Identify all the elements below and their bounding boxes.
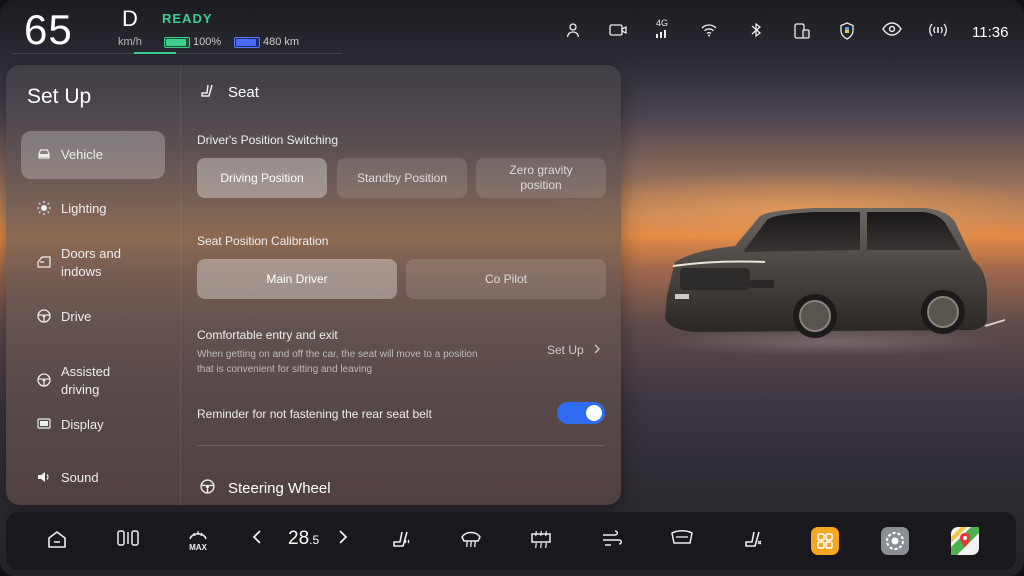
person-icon[interactable] [564, 22, 582, 40]
sidebar-item-sound[interactable]: Sound [21, 454, 165, 502]
range-icon [234, 37, 260, 48]
temp-decrease-icon[interactable] [245, 529, 269, 553]
airflow-icon[interactable] [600, 529, 624, 553]
sidebar-item-display[interactable]: Display [21, 401, 165, 449]
status-bar: 65 D READY km/h 100% 480 km 4G 11:36 [0, 0, 1024, 60]
zero-gravity-position-button[interactable]: Zero gravity position [476, 158, 606, 198]
status-underline [12, 52, 342, 54]
front-defrost-icon[interactable] [459, 529, 483, 553]
comfort-entry-setup-link[interactable]: Set Up [547, 343, 601, 357]
section-divider [197, 445, 605, 446]
windshield-icon[interactable] [670, 529, 694, 553]
steering-icon [37, 308, 51, 326]
shield-icon[interactable] [838, 22, 856, 40]
gear-indicator: D [122, 6, 138, 31]
settings-sidebar: Set Up Vehicle Lighting Doors and indows [6, 65, 181, 505]
temp-increase-icon[interactable] [331, 529, 355, 553]
ready-status: READY [162, 11, 213, 26]
vehicle-image [655, 200, 1006, 360]
bluetooth-icon[interactable] [747, 22, 765, 40]
speaker-icon [37, 471, 51, 486]
rear-defrost-icon[interactable] [529, 529, 553, 553]
clock: 11:36 [972, 24, 1009, 41]
seat-icon [200, 84, 216, 101]
sidebar-item-vehicle[interactable]: Vehicle [21, 131, 165, 179]
screen: 65 D READY km/h 100% 480 km 4G 11:36 Set… [0, 0, 1024, 576]
standby-position-button[interactable]: Standby Position [337, 158, 467, 198]
steering-section-title: Steering Wheel [228, 479, 331, 497]
calibration-label: Seat Position Calibration [197, 234, 329, 248]
settings-panel: Set Up Vehicle Lighting Doors and indows [6, 65, 621, 505]
sidebar-title: Set Up [27, 85, 92, 108]
seat-vent-icon[interactable] [741, 529, 765, 553]
sidebar-item-drive[interactable]: Drive [21, 293, 165, 341]
steering-section-header: Steering Wheel [200, 479, 331, 497]
apps-icon[interactable] [811, 527, 839, 555]
speed-readout: 65 [24, 6, 73, 53]
seat-heat-icon[interactable] [389, 529, 413, 553]
battery-icon [164, 37, 190, 48]
temperature-display: 28.5 [288, 528, 320, 549]
seat-settings-content: Seat Driver's Position Switching Driving… [182, 65, 621, 505]
signal-4g-icon: 4G [653, 18, 671, 38]
phone-link-icon[interactable] [793, 22, 811, 40]
main-driver-button[interactable]: Main Driver [197, 259, 397, 299]
home-icon[interactable] [45, 529, 69, 553]
sidebar-item-lighting[interactable]: Lighting [21, 185, 165, 233]
seatbelt-reminder-toggle[interactable] [557, 402, 605, 424]
range-value: 480 km [263, 36, 300, 48]
sidebar-item-assisted-driving[interactable]: Assisted driving [21, 357, 141, 405]
bottom-dock: MAX 28.5 [6, 512, 1016, 570]
max-defrost-icon[interactable]: MAX [186, 529, 210, 553]
speed-unit: km/h [118, 36, 142, 48]
seat-section-title: Seat [228, 84, 259, 101]
seatbelt-reminder-label: Reminder for not fastening the rear seat… [197, 407, 432, 421]
wifi-icon[interactable] [700, 22, 718, 40]
battery-percent: 100% [193, 36, 222, 48]
co-pilot-button[interactable]: Co Pilot [406, 259, 606, 299]
split-view-icon[interactable] [116, 529, 140, 553]
steering-wheel-icon [200, 479, 216, 497]
maps-icon[interactable] [951, 527, 979, 555]
radio-icon[interactable] [928, 22, 947, 40]
comfort-entry-label: Comfortable entry and exit [197, 328, 338, 342]
assist-icon [37, 372, 51, 390]
driving-position-button[interactable]: Driving Position [197, 158, 327, 198]
seat-section-header: Seat [200, 84, 259, 101]
display-icon [37, 417, 51, 433]
car-icon [37, 148, 51, 163]
position-switching-label: Driver's Position Switching [197, 133, 339, 147]
sidebar-item-doors[interactable]: Doors and indows [21, 239, 141, 287]
eye-icon[interactable] [882, 22, 902, 40]
settings-icon[interactable] [881, 527, 909, 555]
door-icon [37, 255, 51, 271]
comfort-entry-description: When getting on and off the car, the sea… [197, 349, 478, 375]
chevron-right-icon [593, 343, 601, 357]
light-icon [37, 200, 51, 218]
camera-icon[interactable] [609, 22, 627, 40]
